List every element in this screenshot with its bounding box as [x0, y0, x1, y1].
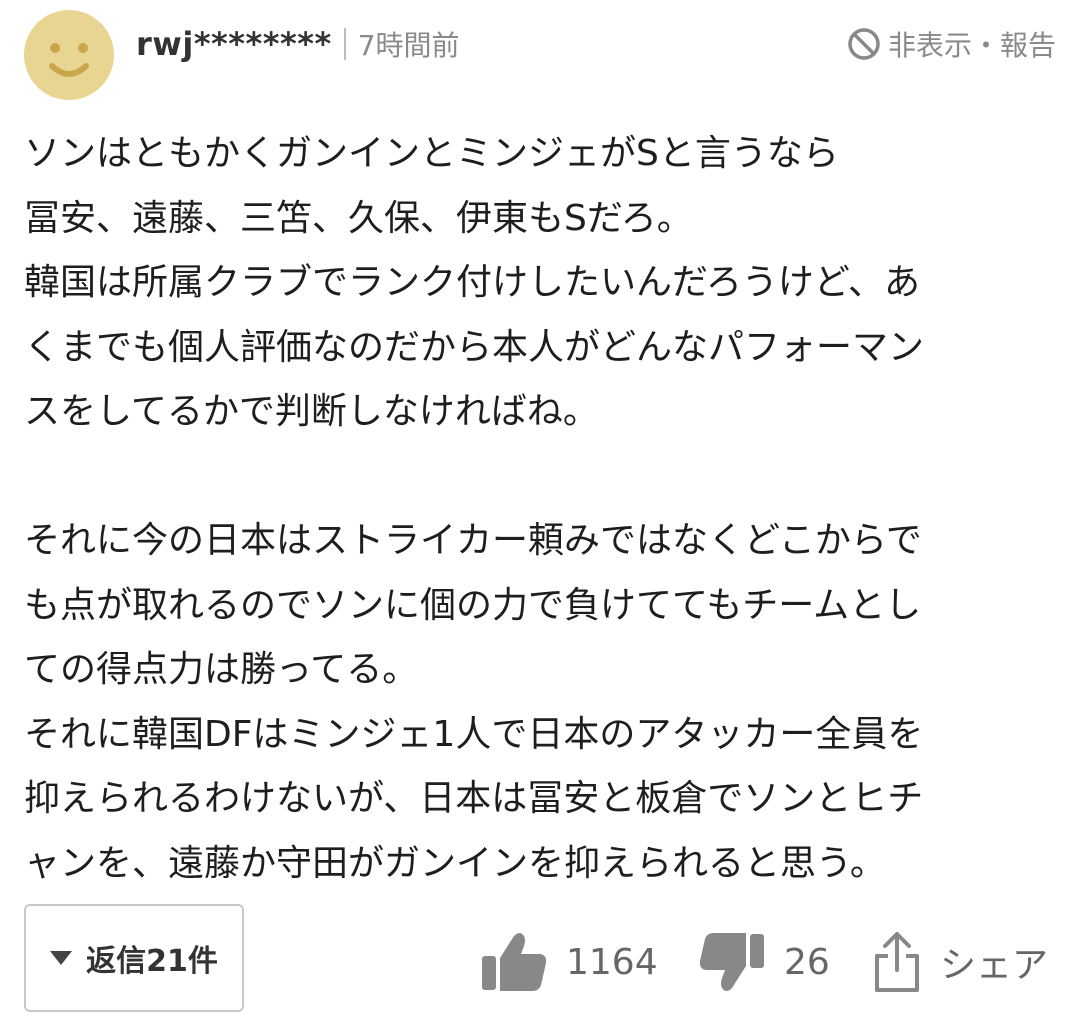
thumbs-down-icon	[699, 933, 764, 991]
comment-line: それに韓国DFはミンジェ1人で日本のアタッカー全員を	[24, 713, 924, 755]
username[interactable]: rwj********	[136, 25, 332, 63]
replies-label: 返信21件	[86, 944, 218, 979]
comment-line: も点が取れるのでソンに個の力で負けててもチームとし	[24, 584, 922, 626]
comment-line: スをしてるかで判断しなければね。	[24, 391, 599, 432]
dislike-count: 26	[784, 941, 830, 983]
comment-card: rwj******** 7時間前 非表示・報告 ソンはともかくガンインとミンジェ…	[0, 0, 1080, 1026]
divider	[343, 28, 346, 60]
comment-line: くまでも個人評価なのだから本人がどんなパフォーマン	[24, 326, 925, 368]
comment-line: ソンはともかくガンインとミンジェがSと言うなら	[24, 133, 839, 174]
share-icon	[875, 932, 919, 992]
comment-line: 冨安、遠藤、三笘、久保、伊東もSだろ。	[24, 197, 693, 239]
share-button[interactable]: シェア	[872, 924, 1048, 1000]
comment-body: ソンはともかくガンインとミンジェがSと言うなら 冨安、遠藤、三笘、久保、伊東もS…	[24, 122, 1064, 896]
comment-line: それに今の日本はストライカー頼みではなくどこからで	[24, 520, 922, 561]
timestamp: 7時間前	[357, 29, 460, 62]
avatar[interactable]	[24, 10, 114, 100]
dislike-button[interactable]: 26	[698, 924, 830, 1000]
paragraph-break	[24, 445, 1064, 510]
comment-line: 抑えられるわけないが、日本は冨安と板倉でソンとヒチ	[24, 778, 924, 819]
like-button[interactable]: 1164	[480, 924, 658, 1000]
share-label: シェア	[940, 945, 1049, 986]
prohibit-icon	[848, 28, 880, 60]
smiley-face-icon	[49, 43, 89, 77]
triangle-down-icon	[50, 951, 73, 965]
comment-line: ャンを、遠藤か守田がガンインを抑えられると思う。	[24, 842, 886, 884]
like-count: 1164	[566, 941, 658, 983]
comment-header: rwj******** 7時間前	[136, 22, 460, 66]
replies-toggle-button[interactable]: 返信21件	[24, 904, 244, 1012]
hide-report-label: 非表示・報告	[887, 29, 1056, 62]
comment-line: ての得点力は勝ってる。	[24, 649, 419, 690]
hide-report-button[interactable]: 非表示・報告	[846, 22, 1056, 66]
thumbs-up-icon	[482, 933, 547, 991]
comment-line: 韓国は所属クラブでランク付けしたいんだろうけど、あ	[24, 262, 921, 303]
